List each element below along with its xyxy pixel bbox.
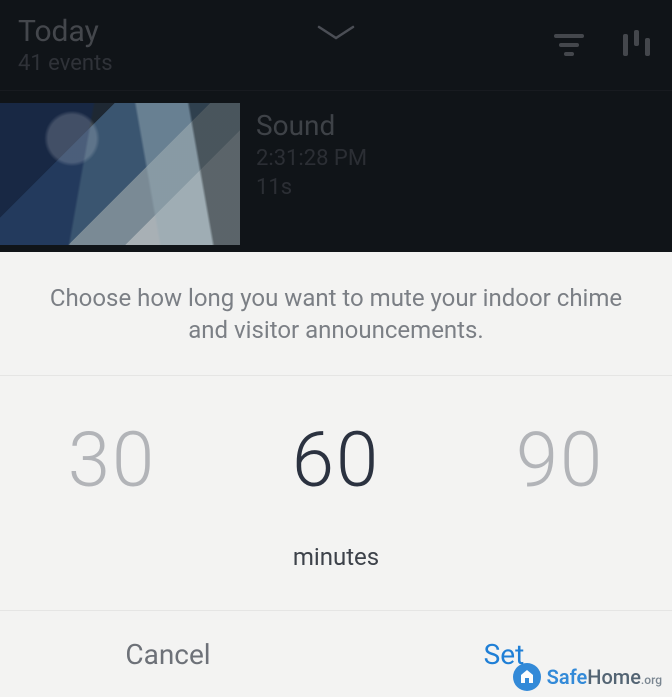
sheet-actions: Cancel Set	[0, 611, 672, 697]
duration-picker[interactable]: 30 60 90 minutes	[0, 376, 672, 611]
picker-option-prev[interactable]: 30	[32, 415, 192, 505]
expand-dropdown[interactable]	[316, 24, 356, 42]
picker-option-selected[interactable]: 60	[256, 415, 416, 505]
mute-duration-sheet: Choose how long you want to mute your in…	[0, 252, 672, 697]
sheet-prompt: Choose how long you want to mute your in…	[0, 252, 672, 376]
picker-unit-label: minutes	[293, 543, 379, 571]
event-thumbnail	[0, 103, 240, 245]
set-button[interactable]: Set	[336, 611, 672, 697]
chevron-down-icon	[316, 24, 356, 42]
picker-option-next[interactable]: 90	[480, 415, 640, 505]
cancel-button[interactable]: Cancel	[0, 611, 336, 697]
